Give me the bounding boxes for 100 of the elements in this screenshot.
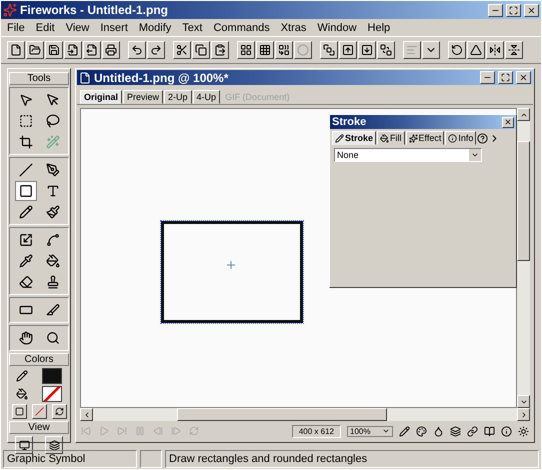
- book-icon: [484, 426, 495, 436]
- toolbar-button[interactable]: [486, 41, 504, 59]
- toolbar-button[interactable]: [377, 41, 395, 59]
- eyedropper-icon: [18, 254, 32, 268]
- menu-item[interactable]: Modify: [138, 22, 172, 34]
- minimize-button[interactable]: [480, 71, 495, 84]
- dashed-square-icon: [18, 114, 32, 128]
- menu-item[interactable]: Text: [182, 22, 202, 34]
- app-logo-icon: [3, 3, 17, 17]
- swap-colors-button[interactable]: [52, 404, 66, 419]
- toolbar-button[interactable]: [320, 41, 338, 59]
- paint-bucket-icon: [380, 134, 390, 142]
- skip-forward-icon: [117, 426, 127, 436]
- close-button[interactable]: [524, 4, 539, 16]
- toolbar-button[interactable]: [467, 41, 485, 59]
- toolbar-button[interactable]: [358, 41, 376, 59]
- view-tab[interactable]: 2-Up: [164, 90, 192, 104]
- square-icon: [18, 184, 32, 198]
- toolbar-button[interactable]: [26, 41, 44, 59]
- info-icon: [501, 426, 512, 436]
- close-button[interactable]: [502, 116, 514, 128]
- close-icon: [519, 73, 528, 82]
- toolbar-button[interactable]: [422, 41, 440, 59]
- toolbar-button[interactable]: [237, 41, 255, 59]
- stroke-color-swatch[interactable]: [42, 368, 62, 384]
- tool-button[interactable]: [14, 181, 36, 201]
- toolbar-button[interactable]: [339, 41, 357, 59]
- menu-item[interactable]: Window: [317, 22, 357, 34]
- view-tab[interactable]: 4-Up: [192, 90, 220, 104]
- view-mode-button[interactable]: [45, 436, 63, 454]
- toolbar-button[interactable]: [448, 41, 466, 59]
- stroke-type-dropdown[interactable]: None: [334, 148, 482, 162]
- crosshair-icon: [225, 259, 237, 271]
- toolbar-button[interactable]: [192, 41, 210, 59]
- toolbar-button[interactable]: [147, 41, 165, 59]
- toolbar-button[interactable]: [505, 41, 523, 59]
- menu-item[interactable]: File: [7, 22, 25, 34]
- image-size: 400 x 612: [292, 424, 341, 438]
- panel-tab[interactable]: Fill: [377, 131, 405, 145]
- minimize-button[interactable]: [488, 4, 503, 16]
- combine-icon: [278, 44, 290, 56]
- toolbar-button[interactable]: [102, 41, 120, 59]
- toolbar-button[interactable]: [128, 41, 146, 59]
- view-mode-button[interactable]: [15, 436, 33, 454]
- default-colors-button[interactable]: [12, 404, 26, 419]
- redo-icon: [150, 44, 162, 56]
- maximize-button[interactable]: [498, 71, 513, 84]
- swap-icon: [54, 407, 64, 416]
- step-back-icon: [153, 426, 163, 436]
- toolbar-button[interactable]: [7, 41, 25, 59]
- dotted-grid-icon: [259, 44, 271, 56]
- toolbar-button[interactable]: [211, 41, 229, 59]
- toolbar-button[interactable]: [275, 41, 293, 59]
- printer-icon: [105, 44, 117, 56]
- menu-item[interactable]: Insert: [100, 22, 128, 34]
- toolbar-button[interactable]: [45, 41, 63, 59]
- square-icon: [14, 407, 24, 416]
- status-selection: Graphic Symbol: [3, 450, 137, 468]
- send-backward-icon: [361, 44, 373, 56]
- scroll-thumb[interactable]: [517, 141, 530, 261]
- toolbar-button[interactable]: [173, 41, 191, 59]
- panel-tab[interactable]: Effect: [406, 131, 444, 145]
- hand-icon: [18, 331, 32, 345]
- no-color-button[interactable]: [32, 404, 46, 419]
- close-button[interactable]: [516, 71, 531, 84]
- close-icon: [504, 118, 512, 126]
- menu-item[interactable]: Xtras: [280, 22, 306, 34]
- eraser-icon: [18, 275, 32, 289]
- fill-color-swatch[interactable]: [42, 386, 62, 402]
- scroll-thumb[interactable]: [177, 408, 387, 421]
- view-tab[interactable]: Preview: [123, 90, 164, 104]
- vertical-scrollbar[interactable]: [517, 108, 530, 408]
- maximize-icon: [509, 6, 518, 14]
- toolbar-button[interactable]: [64, 41, 82, 59]
- folder-icon: [29, 44, 41, 56]
- screen-icon: [18, 440, 30, 450]
- scissors-icon: [176, 44, 188, 56]
- toolbar-button[interactable]: [294, 41, 312, 59]
- slice-icon: [46, 303, 60, 317]
- view-tab[interactable]: Original: [80, 90, 122, 104]
- toolbar-button[interactable]: [403, 41, 421, 59]
- zoom-dropdown[interactable]: 100%: [347, 426, 393, 436]
- help-icon: [477, 132, 488, 144]
- layers-icon: [450, 426, 461, 436]
- toolbar-button[interactable]: [256, 41, 274, 59]
- pencil-icon: [399, 426, 410, 436]
- menu-item[interactable]: Commands: [213, 22, 270, 34]
- magic-wand-icon: [46, 135, 60, 149]
- menu-item[interactable]: Help: [368, 22, 390, 34]
- maximize-button[interactable]: [506, 4, 521, 16]
- horizontal-scrollbar[interactable]: [80, 408, 530, 421]
- save-icon: [48, 44, 60, 56]
- menu-item[interactable]: View: [66, 22, 90, 34]
- panel-title: Stroke: [332, 116, 368, 128]
- toolbar-button[interactable]: [83, 41, 101, 59]
- panel-tab[interactable]: Stroke: [332, 131, 376, 145]
- menu-item[interactable]: Edit: [36, 22, 55, 34]
- stamp-icon: [46, 275, 60, 289]
- pen-nib-icon: [46, 163, 60, 177]
- panel-tab[interactable]: Info: [445, 131, 476, 145]
